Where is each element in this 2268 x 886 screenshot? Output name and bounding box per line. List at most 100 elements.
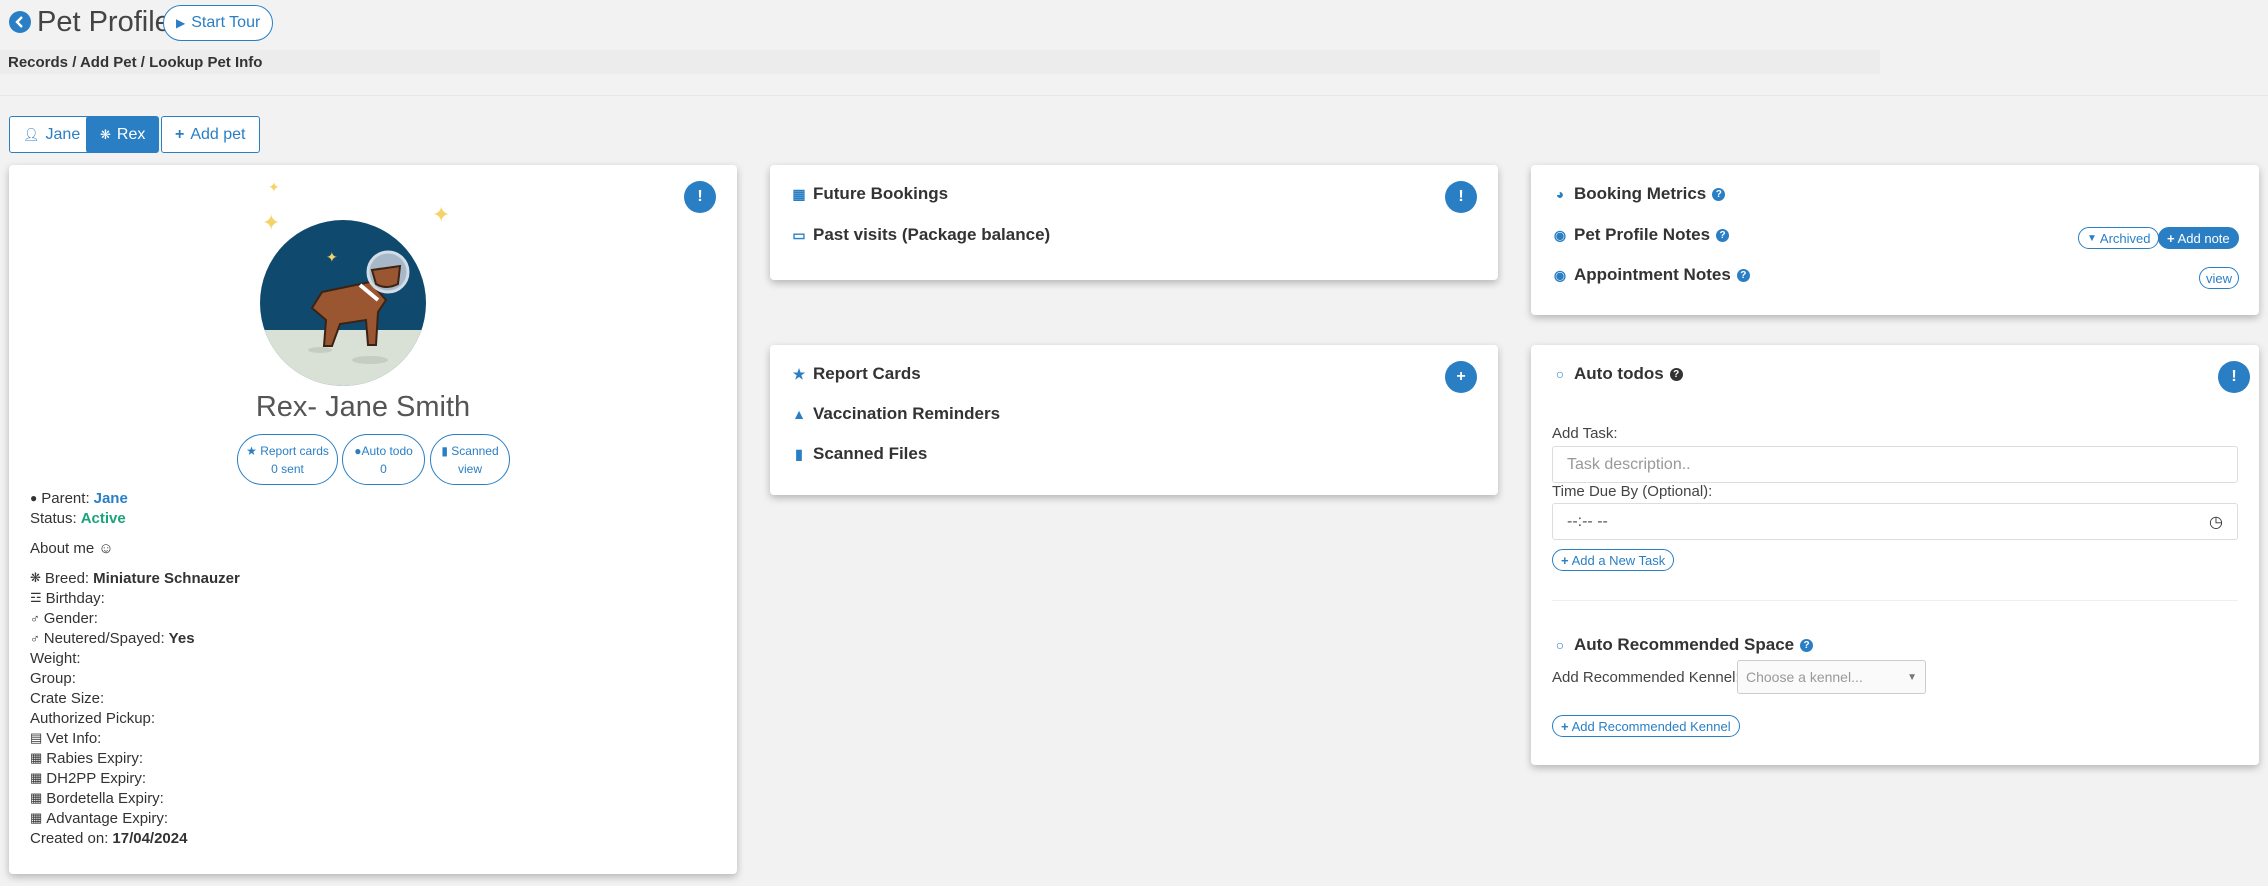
pet-profile-notes-title[interactable]: ◉ Pet Profile Notes ? (1552, 225, 1730, 245)
future-bookings-title[interactable]: ▦ Future Bookings (791, 184, 948, 204)
tab-rex[interactable]: ❋ Rex (86, 116, 160, 153)
auto-todo-value: 0 (380, 461, 387, 476)
start-tour-button[interactable]: ▶ Start Tour (163, 5, 274, 41)
field-label: Advantage Expiry: (46, 809, 169, 827)
profile-field-row: Authorized Pickup: (30, 708, 240, 728)
reports-card: + ★ Report Cards ▲ Vaccination Reminders… (770, 345, 1498, 495)
auto-todos-card: ! ○ Auto todos ? Add Task: Task descript… (1531, 345, 2259, 765)
help-icon[interactable]: ? (1669, 367, 1683, 381)
play-icon: ▶ (176, 16, 186, 30)
kennel-placeholder: Choose a kennel... (1746, 669, 1863, 685)
vaccination-reminders-title[interactable]: ▲ Vaccination Reminders (791, 404, 1000, 424)
pie-chart-icon: ◕ (1555, 186, 1565, 202)
field-label: Weight: (30, 649, 81, 667)
star-decor-icon: ✦ (262, 210, 281, 235)
auto-recommended-space-title: ○ Auto Recommended Space ? (1552, 635, 1814, 655)
field-label: DH2PP Expiry: (46, 769, 147, 787)
help-icon[interactable]: ? (1800, 638, 1814, 652)
file-icon: ▮ (441, 443, 448, 458)
breadcrumb-bar (0, 50, 1880, 74)
parent-label: Parent: (41, 489, 90, 507)
clock-icon[interactable]: ◷ (2209, 512, 2223, 532)
comment-icon: ◉ (1553, 226, 1567, 243)
bookings-alert-button[interactable]: ! (1445, 181, 1477, 213)
tab-label: Jane (45, 125, 81, 143)
svg-text:✦: ✦ (326, 249, 338, 265)
male-icon: ♂ (30, 610, 40, 626)
booking-metrics-title[interactable]: ◕ Booking Metrics ? (1552, 184, 1726, 204)
tab-add-pet[interactable]: + Add pet (161, 116, 260, 153)
task-description-input[interactable]: Task description.. (1552, 446, 2238, 483)
todos-divider (1552, 600, 2238, 601)
scanned-label: ▮ Scanned (441, 443, 499, 458)
star-icon: ★ (246, 443, 257, 458)
help-icon[interactable]: ? (1736, 268, 1750, 282)
field-value: Miniature Schnauzer (93, 569, 240, 587)
time-due-label: Time Due By (Optional): (1552, 483, 1713, 500)
field-value: Yes (168, 629, 195, 647)
header-divider (0, 95, 2268, 96)
file-icon: ▮ (795, 445, 803, 462)
field-label: Vet Info: (46, 729, 102, 747)
add-task-button[interactable]: + Add a New Task (1552, 549, 1675, 571)
bell-icon: ▲ (792, 406, 806, 422)
clipboard-icon: ▤ (30, 730, 43, 745)
profile-alert-button[interactable]: ! (684, 181, 716, 213)
field-label: Authorized Pickup: (30, 709, 156, 727)
plus-icon: + (175, 125, 185, 143)
add-kennel-button[interactable]: + Add Recommended Kennel (1552, 715, 1740, 737)
male-icon: ♂ (30, 630, 40, 646)
add-note-button[interactable]: + Add note (2158, 227, 2239, 249)
plus-icon: + (1561, 552, 1569, 568)
about-me: About me ☺ (30, 539, 114, 557)
status-value: Active (80, 509, 126, 527)
profile-field-row: Created on: 17/04/2024 (30, 828, 240, 848)
calendar-icon: ▦ (30, 770, 43, 785)
parent-link[interactable]: Jane (94, 490, 128, 507)
field-label: Neutered/Spayed: (43, 629, 165, 647)
auto-todo-stat[interactable]: ●Auto todo 0 (342, 434, 425, 485)
todos-alert-button[interactable]: ! (2218, 361, 2250, 393)
tab-jane[interactable]: 👤︎ Jane (9, 116, 95, 153)
bulb-icon: ○ (1555, 366, 1565, 382)
pet-profile-card: ! ✦ ✦ ✦ ✦ Rex- Jane Smith ★ Report cards… (9, 165, 737, 874)
scanned-stat[interactable]: ▮ Scanned view (430, 434, 510, 485)
help-icon[interactable]: ? (1716, 228, 1730, 242)
pet-info: ● Parent: Jane Status: Active About me ☺… (30, 488, 240, 848)
tab-label: Add pet (190, 125, 246, 143)
profile-field-row: ♂ Gender: (30, 608, 240, 628)
kennel-select[interactable]: Choose a kennel... ▼ (1737, 660, 1926, 694)
parent-row: ● Parent: Jane (30, 488, 240, 508)
time-due-input[interactable]: --:-- -- ◷ (1552, 503, 2238, 540)
profile-field-row: Weight: (30, 648, 240, 668)
start-tour-label: Start Tour (191, 14, 261, 31)
scanned-value: view (457, 461, 482, 476)
field-value: 17/04/2024 (112, 829, 188, 847)
calendar-icon: ▦ (792, 185, 806, 202)
caret-down-icon: ▼ (1907, 671, 1917, 683)
scanned-files-title[interactable]: ▮ Scanned Files (791, 444, 927, 464)
appointment-notes-title[interactable]: ◉ Appointment Notes ? (1552, 265, 1750, 285)
view-appointment-notes-button[interactable]: view (2199, 267, 2240, 289)
time-placeholder: --:-- -- (1567, 512, 1608, 530)
plus-icon: + (2167, 230, 2175, 246)
archived-button[interactable]: ▼ Archived (2078, 227, 2160, 249)
back-icon[interactable] (9, 11, 31, 33)
paw-icon: ❋ (100, 126, 111, 142)
profile-field-row: ☲ Birthday: (30, 588, 240, 608)
report-cards-stat[interactable]: ★ Report cards 0 sent (237, 434, 338, 485)
bulb-icon: ○ (1555, 637, 1565, 653)
profile-field-row: Group: (30, 668, 240, 688)
past-visits-title[interactable]: ▭ Past visits (Package balance) (791, 225, 1050, 245)
help-icon[interactable]: ? (1712, 187, 1726, 201)
auto-todos-title: ○ Auto todos ? (1552, 364, 1683, 384)
auto-todo-label: ●Auto todo (354, 443, 413, 458)
star-decor-icon: ✦ (268, 179, 280, 195)
page-title: Pet Profile (37, 6, 171, 38)
calendar-icon: ▦ (30, 750, 43, 765)
add-report-button[interactable]: + (1445, 361, 1477, 393)
report-cards-title[interactable]: ★ Report Cards (791, 364, 921, 384)
filter-icon: ▼ (2087, 232, 2097, 244)
comment-icon: ◉ (1553, 266, 1567, 283)
report-cards-label: ★ Report cards (246, 443, 329, 458)
